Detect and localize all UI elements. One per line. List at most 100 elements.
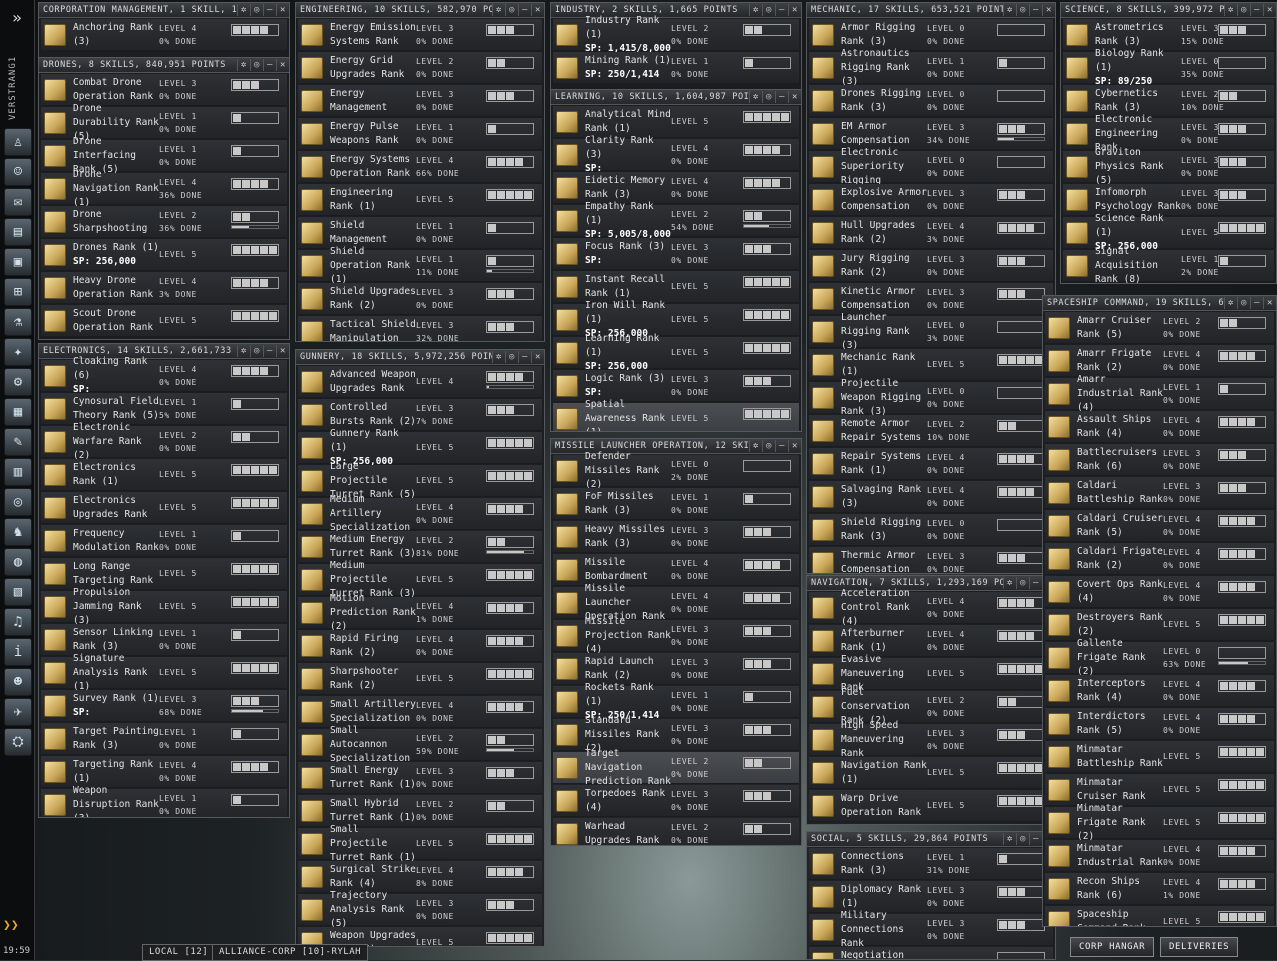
skill-row[interactable]: Negotiation Rank [809, 947, 1053, 959]
close-icon[interactable]: ✕ [1263, 4, 1276, 16]
panel-header[interactable]: CORPORATION MANAGEMENT, 1 SKILL, 1 ✲ ◎ –… [39, 3, 289, 18]
skill-row[interactable]: Warhead Upgrades Rank LEVEL 2 0% DONE [553, 818, 799, 845]
skill-row[interactable]: Projectile Weapon Rigging Rank (3) LEVEL… [809, 378, 1053, 417]
minimize-icon[interactable]: – [263, 59, 276, 71]
skill-row[interactable]: Shield Upgrades Rank (2) LEVEL 3 0% DONE [298, 283, 542, 315]
skill-row[interactable]: Clarity Rank (3) SP: LEVEL 4 0% DONE [553, 135, 799, 174]
skill-row[interactable]: Signature Analysis Rank (1) LEVEL 5 [41, 653, 287, 692]
skill-row[interactable]: Energy Emission Systems Rank LEVEL 3 0% D… [298, 19, 542, 51]
skill-row[interactable]: Recon Ships Rank (6) LEVEL 4 1% DONE [1045, 873, 1274, 905]
close-icon[interactable]: ✕ [531, 4, 544, 16]
chat-tab-local[interactable]: LOCAL [12] [142, 944, 216, 961]
close-icon[interactable]: ✕ [1263, 297, 1276, 309]
skill-row[interactable]: Cloaking Rank (6) SP: LEVEL 4 0% DONE [41, 356, 287, 395]
skill-row[interactable]: Astronautics Rigging Rank (3) LEVEL 1 0% … [809, 48, 1053, 87]
close-icon[interactable]: ✕ [531, 351, 544, 363]
help-icon[interactable]: ◎ [4, 488, 32, 516]
panel-header[interactable]: GUNNERY, 18 SKILLS, 5,972,256 POINT ✲ ◎ … [296, 350, 544, 365]
panel-header[interactable]: ENGINEERING, 10 SKILLS, 582,970 POIN ✲ ◎… [296, 3, 544, 18]
skill-row[interactable]: Minmatar Frigate Rank (2) LEVEL 5 [1045, 803, 1274, 842]
people-icon[interactable]: ☺ [4, 158, 32, 186]
skill-row[interactable]: Learning Rank (1) SP: 256,000 LEVEL 5 [553, 333, 799, 372]
close-icon[interactable]: ✕ [276, 59, 289, 71]
book-icon[interactable]: ▧ [4, 578, 32, 606]
skill-row[interactable]: Anchoring Rank (3) LEVEL 4 0% DONE [41, 19, 287, 51]
skill-row[interactable]: Engineering Rank (1) LEVEL 5 [298, 184, 542, 216]
market-icon[interactable]: ⊞ [4, 278, 32, 306]
panel-header[interactable]: DRONES, 8 SKILLS, 840,951 POINTS ✲ ◎ – ✕ [39, 58, 289, 73]
corp-icon[interactable]: ♞ [4, 518, 32, 546]
info-icon[interactable]: i [4, 638, 32, 666]
skill-row[interactable]: Signal Acquisition Rank (8) LEVEL 1 2% DO… [1063, 246, 1274, 283]
skill-row[interactable]: Small Energy Turret Rank (1) LEVEL 3 0% D… [298, 762, 542, 794]
settings-icon[interactable]: ◎ [1237, 297, 1250, 309]
minimize-icon[interactable]: – [775, 4, 788, 16]
skill-row[interactable]: Industry Rank (1) SP: 1,415/8,000 LEVEL 2… [553, 15, 799, 54]
skill-row[interactable]: Covert Ops Rank (4) LEVEL 4 0% DONE [1045, 576, 1274, 608]
skill-row[interactable]: Propulsion Jamming Rank (3) LEVEL 5 [41, 587, 287, 626]
skill-row[interactable]: Thermic Armor Compensation LEVEL 3 0% DON… [809, 547, 1053, 573]
skill-row[interactable]: Sharpshooter Rank (2) LEVEL 5 [298, 663, 542, 695]
close-icon[interactable]: ✕ [1042, 4, 1055, 16]
skill-row[interactable]: Energy Pulse Weapons Rank LEVEL 1 0% DONE [298, 118, 542, 150]
skill-row[interactable]: Salvaging Rank (3) LEVEL 4 0% DONE [809, 481, 1053, 513]
skill-row[interactable]: Assault Ships Rank (4) LEVEL 4 0% DONE [1045, 411, 1274, 443]
settings-icon[interactable]: ◎ [1016, 4, 1029, 16]
ships-icon[interactable]: ✈ [4, 698, 32, 726]
pin-icon[interactable]: ✲ [1224, 297, 1237, 309]
skill-row[interactable]: Frequency Modulation Rank LEVEL 1 0% DONE [41, 525, 287, 557]
skill-row[interactable]: Spaceship Command Rank LEVEL 5 [1045, 906, 1274, 926]
skill-row[interactable]: Energy Management LEVEL 3 0% DONE [298, 85, 542, 117]
skill-row[interactable]: Jury Rigging Rank (2) LEVEL 3 0% DONE [809, 250, 1053, 282]
audio-icon[interactable]: ♫ [4, 608, 32, 636]
minimize-icon[interactable]: – [263, 345, 276, 357]
minimize-icon[interactable]: – [518, 4, 531, 16]
skill-row[interactable]: Military Connections Rank LEVEL 3 0% DONE [809, 910, 1053, 949]
skill-row[interactable]: Battlecruisers Rank (6) LEVEL 3 0% DONE [1045, 444, 1274, 476]
skill-row[interactable]: Heavy Drone Operation Rank LEVEL 4 3% DON… [41, 272, 287, 304]
skill-row[interactable]: Acceleration Control Rank (4) LEVEL 4 0% … [809, 588, 1053, 627]
pin-icon[interactable]: ✲ [1003, 4, 1016, 16]
skill-row[interactable]: Shield Operation Rank (1) LEVEL 1 11% DON… [298, 246, 542, 285]
skill-row[interactable]: Small Autocannon Specialization LEVEL 25… [298, 725, 542, 764]
pin-icon[interactable]: ✲ [237, 4, 250, 16]
skill-row[interactable]: Electronics Upgrades Rank LEVEL 5 [41, 492, 287, 524]
settings-icon[interactable]: ◎ [762, 440, 775, 452]
panel-header[interactable]: SPACESHIP COMMAND, 19 SKILLS, 6,37 ✲ ◎ –… [1043, 296, 1276, 311]
corp-hangar-button[interactable]: CORP HANGAR [1070, 937, 1155, 957]
skill-row[interactable]: Drone Sharpshooting LEVEL 2 36% DONE [41, 206, 287, 238]
pin-icon[interactable]: ✲ [237, 59, 250, 71]
skill-row[interactable]: Energy Grid Upgrades Rank LEVEL 2 0% DONE [298, 52, 542, 84]
skill-row[interactable]: Remote Armor Repair Systems LEVEL 2 10% D… [809, 415, 1053, 447]
minimize-icon[interactable]: – [1250, 297, 1263, 309]
wallet-icon[interactable]: ▥ [4, 458, 32, 486]
pin-icon[interactable]: ✲ [1003, 833, 1016, 845]
skill-row[interactable]: Scout Drone Operation Rank LEVEL 5 [41, 305, 287, 337]
pin-icon[interactable]: ✲ [1224, 4, 1237, 16]
skill-row[interactable]: Gallente Frigate Rank (2) LEVEL 0 63% DON… [1045, 638, 1274, 677]
notepad-icon[interactable]: ▤ [4, 218, 32, 246]
skill-row[interactable]: Graviton Physics Rank (5) LEVEL 3 0% DONE [1063, 147, 1274, 186]
skill-row[interactable]: Drone Navigation Rank (1) LEVEL 4 36% DON… [41, 169, 287, 208]
close-icon[interactable]: ✕ [276, 345, 289, 357]
portrait-icon[interactable]: ☻ [4, 668, 32, 696]
skill-row[interactable]: Interdictors Rank (5) LEVEL 4 0% DONE [1045, 708, 1274, 740]
browser-icon[interactable]: ◍ [4, 548, 32, 576]
panel-header[interactable]: LEARNING, 10 SKILLS, 1,604,987 POINT ✲ ◎… [551, 90, 801, 105]
skill-row[interactable]: Minmatar Industrial Rank LEVEL 4 0% DONE [1045, 840, 1274, 872]
settings-icon[interactable]: ◎ [1237, 4, 1250, 16]
skill-row[interactable]: Caldari Cruiser Rank (5) LEVEL 4 0% DONE [1045, 510, 1274, 542]
minimize-icon[interactable]: – [518, 351, 531, 363]
close-icon[interactable]: ✕ [276, 4, 289, 16]
skill-row[interactable]: Hull Upgrades Rank (2) LEVEL 4 3% DONE [809, 217, 1053, 249]
skill-row[interactable]: Rapid Firing Rank (2) LEVEL 4 0% DONE [298, 630, 542, 662]
skill-row[interactable]: Mining Rank (1) SP: 250/1,414 LEVEL 1 0% D… [553, 52, 799, 84]
skill-row[interactable]: Biology Rank (1) SP: 89/250 LEVEL 0 35% DO… [1063, 48, 1274, 87]
skill-row[interactable]: Weapon Disruption Rank (3) LEVEL 1 0% DON… [41, 785, 287, 817]
pin-icon[interactable]: ✲ [749, 440, 762, 452]
expand-icon[interactable]: » [0, 0, 34, 34]
skill-row[interactable]: Medium Artillery Specialization LEVEL 40… [298, 494, 542, 533]
close-icon[interactable]: ✕ [788, 440, 801, 452]
science-icon[interactable]: ⚗ [4, 308, 32, 336]
panel-header[interactable]: SCIENCE, 8 SKILLS, 399,972 POINTS ✲ ◎ – … [1061, 3, 1276, 18]
